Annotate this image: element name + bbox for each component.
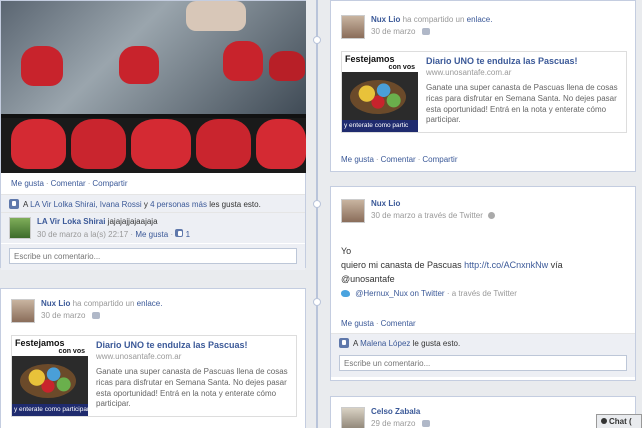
timeline-dot [313,298,321,306]
people-icon [421,420,430,428]
post-meta[interactable]: 30 de marzo a través de Twitter [371,211,483,220]
photo-post-card: Me gusta · Comentar · Compartir A LA Vir Lol… [0,0,306,270]
liker-name[interactable]: Malena López [360,339,410,348]
comment-box [331,351,635,377]
timeline-dot [313,36,321,44]
tweet-link[interactable]: http://t.co/ACnxnkNw [464,260,548,270]
twitter-bird-icon [341,290,350,298]
right-share-post-card: Nux Lio ha compartido un enlace. 30 de m… [330,0,636,172]
left-share-post-card: Nux Lio ha compartido un enlace. 30 de m… [0,288,306,428]
shared-link-description: Ganate una super canasta de Pascuas llen… [96,367,288,409]
people-icon [421,28,430,36]
post-author[interactable]: Nux Lio [371,199,400,208]
twitter-handle-link[interactable]: @Hernux_Nux on Twitter [355,289,444,298]
photo-post-actions: Me gusta · Comentar · Compartir [11,179,128,188]
comment-author[interactable]: LA Vir Loka Shirai [37,217,105,226]
share-post-actions: Me gusta · Comentar · Compartir [341,155,458,164]
shared-link-title[interactable]: Diario UNO te endulza las Pascuas! [96,340,288,350]
author-avatar[interactable] [11,299,35,323]
commenter-avatar[interactable] [9,217,31,239]
others-link[interactable]: 4 personas más [150,200,207,209]
comment-link[interactable]: Comentar [51,179,86,188]
comment-box [1,244,305,270]
liker-names[interactable]: LA Vir Lolka Shirai, Ivana Rossi [30,200,141,209]
comment-link[interactable]: Comentar [381,155,416,164]
post-author[interactable]: Nux Lio [41,299,70,308]
chat-bar[interactable]: Chat ( [596,414,642,428]
shared-link-url: www.unosantafe.com.ar [426,68,512,77]
post-date[interactable]: 30 de marzo [371,27,415,36]
author-avatar[interactable] [341,407,365,428]
chat-status-icon [601,418,607,424]
post-author[interactable]: Nux Lio [371,15,400,24]
comment-like-link[interactable]: Me gusta [135,230,168,239]
shared-link-box[interactable]: Festejamos con vos y enterate como parti… [11,335,297,417]
comment-like-count[interactable]: 1 [186,230,190,239]
comment-input[interactable] [9,248,297,264]
post-date[interactable]: 30 de marzo [41,311,85,320]
post-body: Yo quiero mi canasta de Pascuas http://t… [341,246,563,284]
bottom-post-card: Celso Zabala 29 de marzo [330,396,636,428]
timeline-dot [313,200,321,208]
twitter-post-card: Nux Lio 30 de marzo a través de Twitter … [330,186,636,381]
shared-link-thumbnail[interactable]: Festejamos con vos y enterate como parti… [342,52,418,132]
gear-icon[interactable] [488,212,496,220]
comment-row: LA Vir Loka Shirai jajajajjajaajaja 30 d… [1,212,305,243]
comment-text: jajajajjajaajaja [107,217,158,226]
twitter-source: @Hernux_Nux on Twitter · a través de Twi… [341,289,517,298]
author-avatar[interactable] [341,15,365,39]
shared-link-box[interactable]: Festejamos con vos y enterate como parti… [341,51,627,133]
like-link[interactable]: Me gusta [341,155,374,164]
share-link[interactable]: Compartir [92,179,127,188]
thumbs-up-icon [9,199,19,209]
shared-link-thumbnail[interactable]: Festejamos con vos y enterate como parti… [12,336,88,416]
people-icon [91,312,100,320]
comment-input[interactable] [339,355,627,371]
post-photo[interactable] [1,1,306,173]
comment-link[interactable]: Comentar [381,319,416,328]
link-type[interactable]: enlace. [137,299,163,308]
likes-bar: A Malena López le gusta esto. [331,333,635,352]
author-avatar[interactable] [341,199,365,223]
thumbs-up-icon [339,338,349,348]
twitter-post-actions: Me gusta · Comentar [341,319,416,328]
post-author[interactable]: Celso Zabala [371,407,420,416]
timeline-line [316,0,318,428]
shared-link-url: www.unosantafe.com.ar [96,352,182,361]
shared-link-description: Ganate una super canasta de Pascuas llen… [426,83,618,125]
like-link[interactable]: Me gusta [341,319,374,328]
chat-label: Chat ( [609,417,632,426]
likes-bar: A LA Vir Lolka Shirai, Ivana Rossi y 4 p… [1,194,305,213]
share-link[interactable]: Compartir [422,155,457,164]
thumbs-up-icon [175,229,184,237]
post-date[interactable]: 29 de marzo [371,419,415,428]
comment-time[interactable]: 30 de marzo a la(s) 22:17 [37,230,128,239]
like-link[interactable]: Me gusta [11,179,44,188]
shared-link-title[interactable]: Diario UNO te endulza las Pascuas! [426,56,618,66]
link-type[interactable]: enlace. [467,15,493,24]
